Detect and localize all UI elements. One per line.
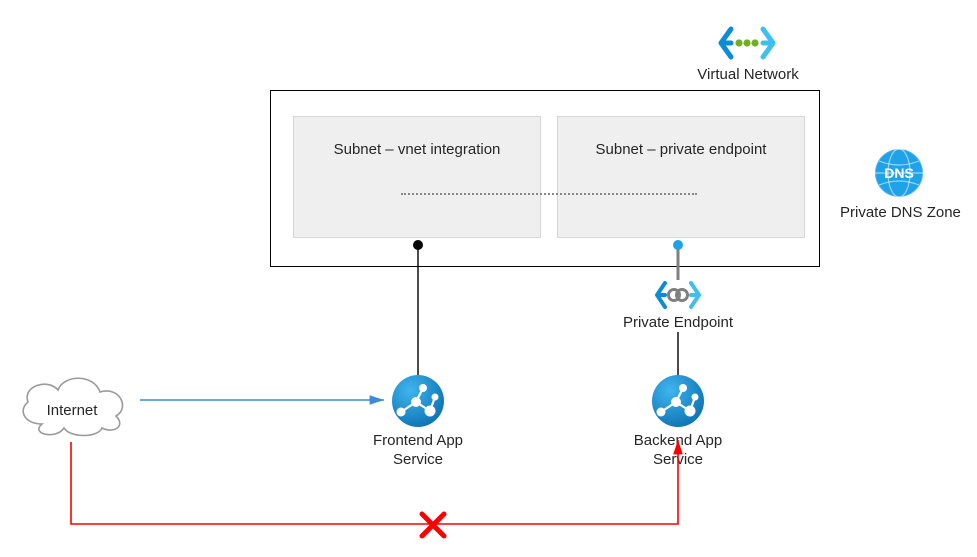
backend-app-service-icon	[650, 373, 706, 429]
subnet-vnet-integration-label: Subnet – vnet integration	[294, 141, 540, 158]
private-endpoint-label: Private Endpoint	[618, 314, 738, 333]
virtual-network-label: Virtual Network	[690, 66, 806, 85]
connector-private-endpoint-to-backend	[668, 332, 688, 377]
private-endpoint-icon	[653, 275, 703, 315]
virtual-network-box: Subnet – vnet integration Subnet – priva…	[270, 90, 820, 267]
diagram-canvas: Subnet – vnet integration Subnet – priva…	[0, 0, 977, 557]
private-dns-zone-icon: DNS	[873, 147, 925, 199]
connector-subnet-to-private-endpoint	[668, 235, 688, 280]
subnet-dotted-connector	[401, 193, 697, 195]
subnet-vnet-integration-box: Subnet – vnet integration	[293, 116, 541, 238]
frontend-app-service-icon	[390, 373, 446, 429]
arrow-internet-to-frontend	[140, 388, 392, 412]
private-dns-zone-label: Private DNS Zone	[840, 204, 960, 223]
connector-subnet-to-frontend	[408, 235, 428, 375]
subnet-private-endpoint-box: Subnet – private endpoint	[557, 116, 805, 238]
svg-text:DNS: DNS	[884, 165, 914, 181]
arrow-internet-to-backend-blocked	[65, 428, 695, 548]
subnet-private-endpoint-label: Subnet – private endpoint	[558, 141, 804, 158]
internet-label: Internet	[32, 402, 112, 421]
block-x-icon	[418, 510, 448, 540]
virtual-network-icon	[717, 19, 777, 67]
